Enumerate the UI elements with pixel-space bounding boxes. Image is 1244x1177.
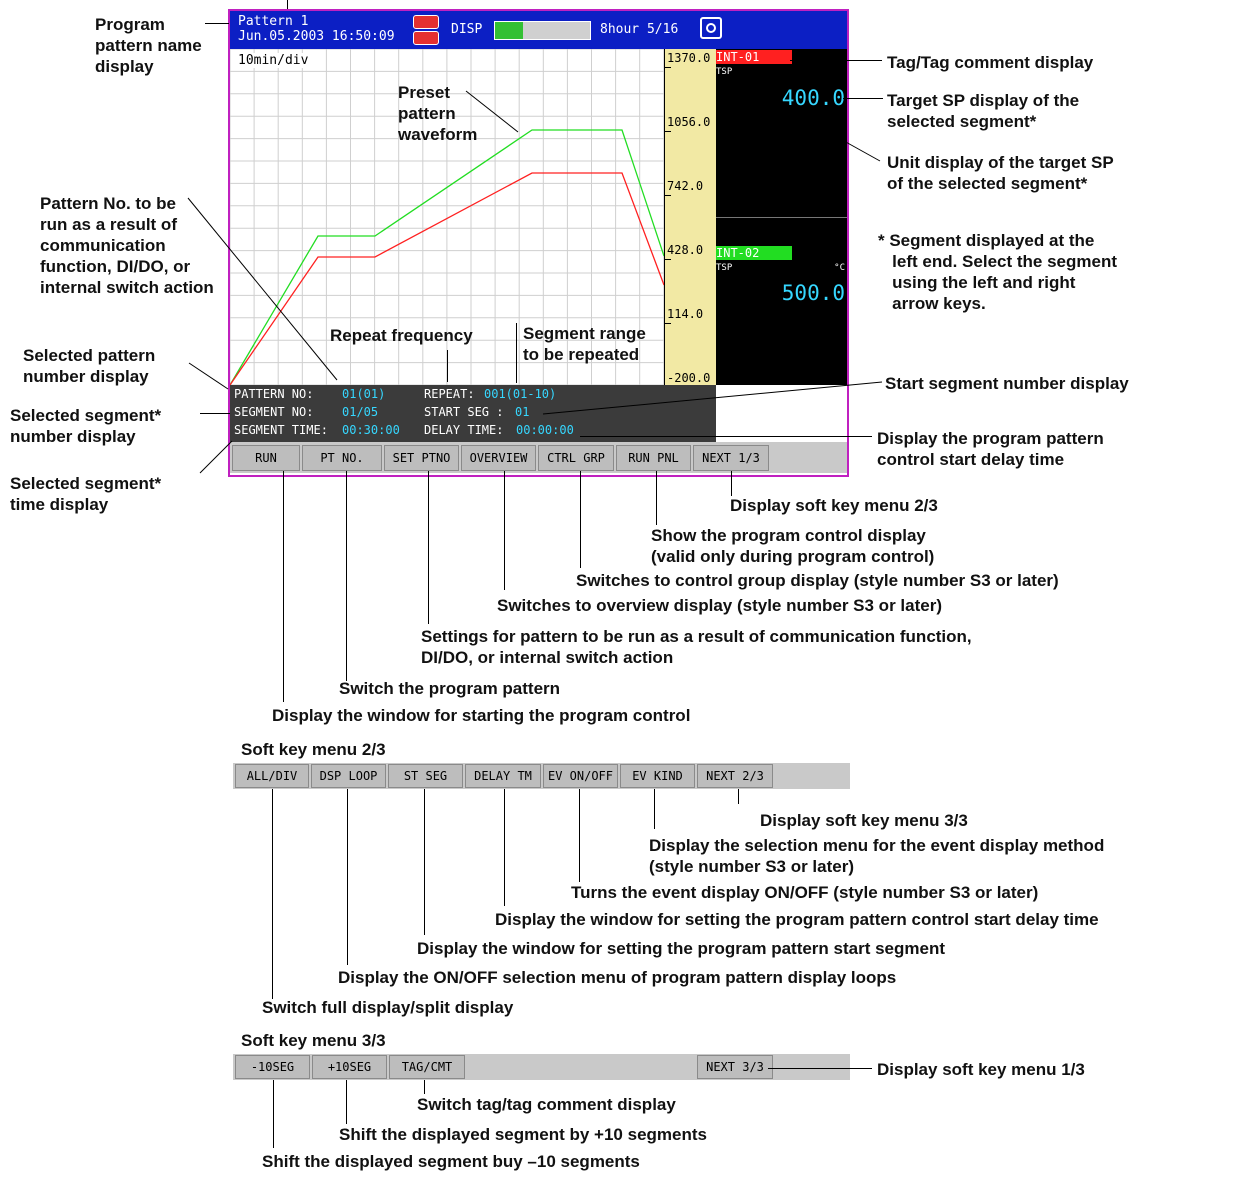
alarm-icon — [411, 14, 439, 45]
softkey-next-1-3[interactable]: NEXT 1/3 — [693, 445, 769, 471]
softkey-next-3-3[interactable]: NEXT 3/3 — [697, 1055, 773, 1079]
start-seg-label: START SEG : — [424, 405, 504, 419]
softkey-ctrl-grp[interactable]: CTRL GRP — [538, 445, 614, 471]
memory-bar — [494, 21, 591, 40]
segment-time-label: SEGMENT TIME: — [234, 423, 328, 437]
time-div-label: 10min/div — [238, 53, 309, 68]
pattern-no-value: 01(01) — [342, 387, 386, 401]
softkey-dsp-loop[interactable]: DSP LOOP — [311, 764, 386, 788]
target-sp-value-2: 500.0 — [781, 281, 845, 305]
memory-info: 8hour 5/16 — [600, 22, 679, 37]
tag-block-2: INT-02 TSP °C 500.0 — [716, 245, 847, 385]
scale-label: 742.0 — [667, 179, 704, 193]
status-header: Pattern 1 Jun.05.2003 16:50:09 DISP 8hou… — [230, 11, 847, 49]
ann-m2-dsploop: Display the ON/OFF selection menu of pro… — [338, 968, 897, 987]
ann-m1-next: Display soft key menu 2/3 — [730, 496, 938, 515]
start-seg-value: 01 — [515, 405, 530, 419]
softkey-ev-onoff[interactable]: EV ON/OFF — [543, 764, 618, 788]
ann-m2-next: Display soft key menu 3/3 — [760, 811, 968, 830]
target-sp-value-1: 400.0 — [781, 86, 845, 110]
softkey-overview[interactable]: OVERVIEW — [461, 445, 536, 471]
tsp-label-1: TSP — [716, 67, 733, 77]
tag-block-1: INT-01 TSP 400.0 — [716, 49, 847, 217]
softkey-bar-3: -10SEG +10SEG TAG/CMT NEXT 3/3 — [233, 1054, 850, 1080]
ann-m3-plus10: Shift the displayed segment by +10 segme… — [339, 1125, 707, 1144]
ann-m1-overview: Switches to overview display (style numb… — [497, 596, 942, 615]
softkey-plus10seg[interactable]: +10SEG — [312, 1055, 387, 1079]
ann-m1-runpnl: Show the program control display (valid … — [651, 526, 935, 566]
ann-target-sp: Target SP display of the selected segmen… — [887, 91, 1080, 131]
ann-m2-evonoff: Turns the event display ON/OFF (style nu… — [571, 883, 1039, 902]
softkey-delay-tm[interactable]: DELAY TM — [465, 764, 541, 788]
softkey-pt-no[interactable]: PT NO. — [302, 445, 382, 471]
pattern-name: Pattern 1 — [238, 14, 309, 29]
ann-segment-range: Segment range to be repeated — [523, 324, 646, 364]
ann-m2-alldiv: Switch full display/split display — [262, 998, 514, 1017]
softkey-tag-cmt[interactable]: TAG/CMT — [389, 1055, 465, 1079]
tag-label-1: INT-01 — [716, 50, 792, 64]
unit-label-2: °C — [834, 263, 845, 273]
softkey-all-div[interactable]: ALL/DIV — [235, 764, 309, 788]
scale-bar: 1370.0 1056.0 742.0 428.0 114.0 -200.0 — [664, 49, 717, 388]
ann-selected-pattern-no: Selected pattern number display — [23, 346, 156, 386]
segment-no-label: SEGMENT NO: — [234, 405, 314, 419]
softkey-minus10seg[interactable]: -10SEG — [235, 1055, 310, 1079]
tsp-label-2: TSP — [716, 263, 733, 273]
softkey-bar-2: ALL/DIV DSP LOOP ST SEG DELAY TM EV ON/O… — [233, 763, 850, 789]
menu3-title: Soft key menu 3/3 — [241, 1031, 386, 1050]
menu2-title: Soft key menu 2/3 — [241, 740, 386, 759]
ann-m1-run: Display the window for starting the prog… — [272, 706, 691, 725]
ann-m1-ctrlgrp: Switches to control group display (style… — [576, 571, 1059, 590]
ann-m1-ptno: Switch the program pattern — [339, 679, 561, 698]
camera-icon — [700, 17, 722, 39]
scale-label: 1370.0 — [667, 51, 711, 65]
delay-time-value: 00:00:00 — [516, 423, 574, 437]
softkey-st-seg[interactable]: ST SEG — [388, 764, 463, 788]
ann-m2-delaytm: Display the window for setting the progr… — [495, 910, 1099, 929]
scale-label: 114.0 — [667, 307, 704, 321]
ann-m3-tagcmt: Switch tag/tag comment display — [417, 1095, 676, 1114]
pattern-no-label: PATTERN NO: — [234, 387, 314, 401]
ann-tag-comment: Tag/Tag comment display — [887, 53, 1094, 72]
ann-delay-time: Display the program pattern control star… — [877, 429, 1104, 469]
softkey-set-ptno[interactable]: SET PTNO — [384, 445, 459, 471]
scale-label: 428.0 — [667, 243, 704, 257]
ann-segment-note: * Segment displayed at the left end. Sel… — [878, 231, 1118, 313]
ann-m1-setptno: Settings for pattern to be run as a resu… — [421, 627, 972, 667]
softkey-run-pnl[interactable]: RUN PNL — [616, 445, 691, 471]
ann-repeat-frequency: Repeat frequency — [330, 326, 473, 345]
softkey-ev-kind[interactable]: EV KIND — [620, 764, 695, 788]
repeat-label: REPEAT: — [424, 387, 475, 401]
segment-time-value: 00:30:00 — [342, 423, 400, 437]
ann-unit-display: Unit display of the target SP of the sel… — [887, 153, 1114, 193]
tag-panel: INT-01 TSP 400.0 INT-02 TSP °C 500.0 — [716, 49, 847, 385]
softkey-bar-1: RUN PT NO. SET PTNO OVERVIEW CTRL GRP RU… — [230, 442, 847, 473]
ann-program-pattern-name: Program pattern name display — [95, 15, 202, 76]
delay-time-label: DELAY TIME: — [424, 423, 504, 437]
disp-label: DISP — [451, 22, 483, 37]
ann-m2-stseg: Display the window for setting the progr… — [417, 939, 946, 958]
ann-m2-evkind: Display the selection menu for the event… — [649, 836, 1105, 876]
ann-start-segment: Start segment number display — [885, 374, 1129, 393]
softkey-next-2-3[interactable]: NEXT 2/3 — [697, 764, 773, 788]
scale-label: 1056.0 — [667, 115, 711, 129]
segment-no-value: 01/05 — [342, 405, 379, 419]
datetime: Jun.05.2003 16:50:09 — [238, 29, 395, 44]
softkey-run[interactable]: RUN — [232, 445, 300, 471]
ann-selected-segment-time: Selected segment* time display — [10, 474, 162, 514]
ann-m3-minus10: Shift the displayed segment buy –10 segm… — [262, 1152, 640, 1171]
ann-selected-segment-no: Selected segment* number display — [10, 406, 162, 446]
ann-m3-next: Display soft key menu 1/3 — [877, 1060, 1085, 1079]
tag-label-2: INT-02 — [716, 246, 792, 260]
